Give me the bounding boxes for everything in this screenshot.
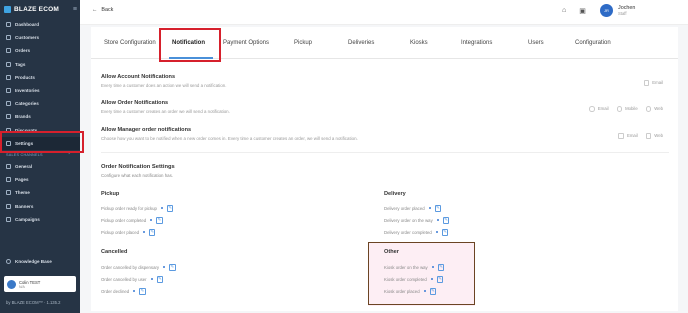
dot-icon: [142, 231, 145, 234]
dot-icon: [150, 278, 153, 281]
account-notifications-row: Allow Account Notifications Every time a…: [101, 74, 663, 88]
sidebar-item-campaigns[interactable]: Campaigns: [0, 213, 80, 226]
pickup-group-title: Pickup: [101, 191, 120, 197]
manager-web-checkbox[interactable]: Web: [645, 133, 663, 139]
pages-icon: [6, 177, 11, 183]
edit-icon[interactable]: ✎: [156, 276, 164, 283]
edit-icon[interactable]: ✎: [148, 229, 156, 236]
list-item: Delivery order on the way ✎: [384, 217, 450, 224]
list-item: Pickup order completed ✎: [101, 217, 163, 224]
version-text: by BLAZE ECOM™ · 1.135.2: [6, 300, 61, 305]
list-item: Order declined ✎: [101, 288, 146, 295]
edit-icon[interactable]: ✎: [169, 264, 176, 271]
other-group-highlight-box: [368, 242, 475, 305]
edit-icon[interactable]: ✎: [441, 229, 449, 236]
knowledge-base-link[interactable]: Knowledge Base: [0, 255, 80, 267]
brand-logo[interactable]: BLAZE ECOM ≡: [0, 0, 80, 18]
dot-icon: [150, 219, 153, 222]
store-avatar: [7, 279, 16, 289]
arrow-left-icon: ←: [92, 7, 98, 13]
campaigns-icon: [6, 216, 11, 222]
chevron-up-icon: ⌃: [67, 153, 71, 158]
settings-desc: Configure what each notification has.: [101, 173, 174, 178]
manager-email-checkbox[interactable]: Email: [618, 133, 638, 139]
delivery-group-title: Delivery: [384, 191, 406, 197]
tab-payment-options[interactable]: Payment Options: [223, 40, 269, 46]
tab-store-configuration[interactable]: Store Configuration: [104, 40, 156, 46]
calendar-icon[interactable]: ▣: [579, 7, 586, 15]
user-menu[interactable]: JR Jochen Staff: [600, 4, 635, 17]
top-bar: ← Back ⌂ ▣ JR Jochen Staff: [80, 0, 688, 25]
sidebar-item-inventories[interactable]: Inventories: [0, 84, 80, 97]
list-item: Pickup order ready for pickup ✎: [101, 205, 174, 212]
sidebar-item-orders[interactable]: Orders: [0, 44, 80, 57]
order-mobile-radio[interactable]: Mobile: [616, 106, 638, 112]
sidebar-item-pages[interactable]: Pages: [0, 173, 80, 186]
account-email-checkbox[interactable]: Email: [643, 80, 663, 86]
sidebar-item-products[interactable]: Products: [0, 71, 80, 84]
sidebar-item-general[interactable]: General: [0, 160, 80, 173]
general-icon: [6, 163, 11, 169]
settings-card: Store Configuration Notification Payment…: [91, 27, 678, 311]
sidebar-item-tags[interactable]: Tags: [0, 58, 80, 71]
dot-icon: [163, 266, 166, 269]
user-avatar: JR: [600, 4, 613, 17]
edit-icon[interactable]: ✎: [434, 205, 442, 212]
dashboard-icon: [6, 22, 11, 28]
tab-pickup[interactable]: Pickup: [294, 40, 312, 46]
list-item: Order cancelled by dispensary ✎: [101, 264, 176, 271]
tab-deliveries[interactable]: Deliveries: [348, 40, 374, 46]
edit-icon[interactable]: ✎: [442, 217, 450, 224]
dot-icon: [435, 231, 438, 234]
edit-icon[interactable]: ✎: [156, 217, 163, 224]
sidebar: BLAZE ECOM ≡ Dashboard Customers Orders …: [0, 0, 80, 313]
back-button[interactable]: ← Back: [92, 7, 113, 13]
sidebar-item-brands[interactable]: Brands: [0, 110, 80, 123]
categories-icon: [6, 101, 11, 107]
banners-icon: [6, 203, 11, 209]
tab-configuration[interactable]: Configuration: [575, 40, 611, 46]
menu-icon[interactable]: ≡: [73, 6, 80, 13]
dot-icon: [133, 290, 136, 293]
tab-users[interactable]: Users: [528, 40, 544, 46]
cancelled-group-title: Cancelled: [101, 249, 128, 255]
store-selector[interactable]: Colin TEST N/A: [4, 276, 76, 292]
theme-icon: [6, 190, 11, 196]
sales-channels-nav: General Pages Theme Banners Campaigns: [0, 160, 80, 226]
sidebar-item-banners[interactable]: Banners: [0, 199, 80, 212]
manager-notifications-row: Allow Manager order notifications Choose…: [101, 127, 663, 141]
dot-icon: [428, 207, 431, 210]
notification-tab-highlight-box: [159, 28, 221, 62]
settings-highlight-box: [0, 131, 84, 153]
tab-integrations[interactable]: Integrations: [461, 40, 492, 46]
order-notifications-row: Allow Order Notifications Every time a c…: [101, 100, 663, 114]
sidebar-item-theme[interactable]: Theme: [0, 186, 80, 199]
order-email-radio[interactable]: Email: [589, 106, 609, 112]
list-item: Pickup order placed ✎: [101, 229, 156, 236]
customers-icon: [6, 35, 11, 41]
orders-icon: [6, 48, 11, 54]
sidebar-item-dashboard[interactable]: Dashboard: [0, 18, 80, 31]
tab-kiosks[interactable]: Kiosks: [410, 40, 428, 46]
divider: [101, 152, 669, 153]
logo-icon: [4, 5, 11, 13]
tags-icon: [6, 61, 11, 67]
dot-icon: [160, 207, 163, 210]
gift-icon[interactable]: ⌂: [562, 7, 566, 15]
list-item: Order cancelled by user ✎: [101, 276, 164, 283]
edit-icon[interactable]: ✎: [139, 288, 146, 295]
settings-title: Order Notification Settings: [101, 164, 175, 170]
edit-icon[interactable]: ✎: [166, 205, 174, 212]
list-item: Delivery order placed ✎: [384, 205, 442, 212]
sidebar-item-categories[interactable]: Categories: [0, 97, 80, 110]
dot-icon: [436, 219, 439, 222]
order-web-radio[interactable]: Web: [645, 106, 663, 112]
products-icon: [6, 74, 11, 80]
list-item: Delivery order completed ✎: [384, 229, 449, 236]
sidebar-item-customers[interactable]: Customers: [0, 31, 80, 44]
inventories-icon: [6, 88, 11, 94]
brands-icon: [6, 114, 11, 120]
help-icon: [6, 258, 11, 264]
